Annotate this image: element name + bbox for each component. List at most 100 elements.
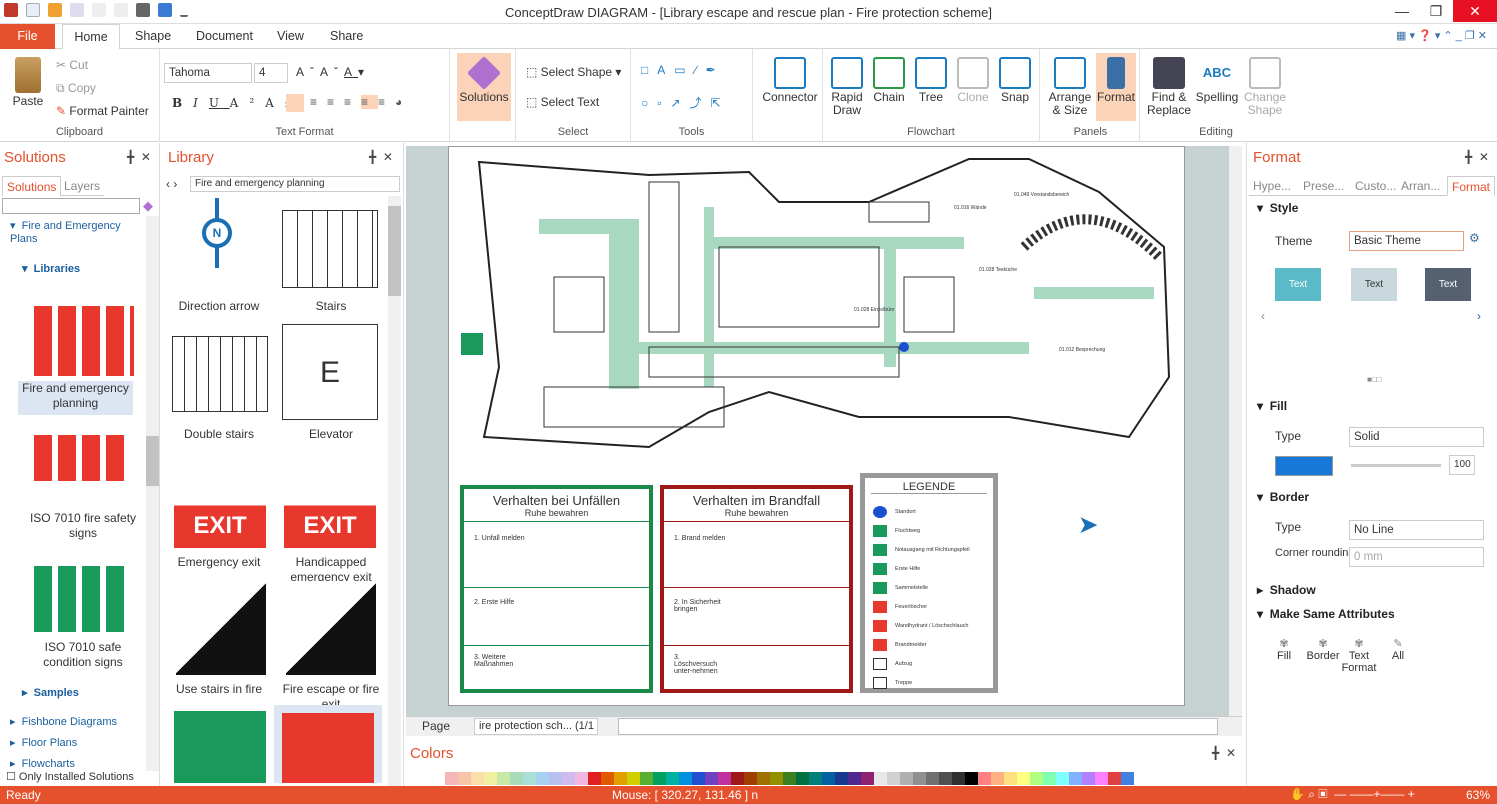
clone-button[interactable]: Clone [955, 57, 991, 104]
lib-item-use-stairs[interactable]: Use stairs in fire [164, 682, 274, 697]
color-swatch[interactable] [1030, 772, 1043, 785]
color-swatch[interactable] [991, 772, 1004, 785]
library-scrollbar[interactable] [388, 196, 401, 786]
tab-shape[interactable]: Shape [135, 24, 171, 49]
color-swatch[interactable] [1017, 772, 1030, 785]
color-swatch[interactable] [887, 772, 900, 785]
opacity-input[interactable]: 100 [1449, 455, 1475, 475]
tab-home[interactable]: Home [62, 24, 120, 50]
tree-libraries[interactable]: ▾ Libraries [22, 262, 80, 275]
chain-button[interactable]: Chain [871, 57, 907, 104]
color-swatch[interactable] [666, 772, 679, 785]
change-shape-button[interactable]: Change Shape [1242, 57, 1288, 117]
color-swatch[interactable] [952, 772, 965, 785]
color-swatch[interactable] [965, 772, 978, 785]
library-nav-arrows[interactable]: ‹ › [166, 177, 177, 191]
tab-share[interactable]: Share [330, 24, 363, 49]
color-swatch[interactable] [926, 772, 939, 785]
color-swatch[interactable] [445, 772, 458, 785]
tree-button[interactable]: Tree [913, 57, 949, 104]
color-swatch[interactable] [484, 772, 497, 785]
color-swatch[interactable] [1043, 772, 1056, 785]
color-swatch[interactable] [549, 772, 562, 785]
color-swatch[interactable] [1108, 772, 1121, 785]
zoom-level[interactable]: 63% [1466, 788, 1490, 802]
color-swatch[interactable] [588, 772, 601, 785]
iso-fire-safety-thumbnail[interactable] [34, 435, 130, 481]
align-buttons[interactable]: ≡≡≡≡≡◕ [310, 95, 412, 109]
text-style-buttons[interactable]: BIUA²A₂ [172, 96, 301, 110]
fill-color-picker[interactable] [1275, 456, 1333, 476]
tab-layers[interactable]: Layers [60, 176, 105, 196]
lib-item-double-stairs[interactable]: Double stairs [164, 427, 274, 442]
cut-button[interactable]: ✂ Cut [56, 58, 88, 72]
color-swatch[interactable] [718, 772, 731, 785]
lib-item-emergency-exit[interactable]: Emergency exit [164, 555, 274, 570]
color-swatch[interactable] [770, 772, 783, 785]
maximize-button[interactable]: ❐ [1419, 0, 1453, 22]
double-stairs-icon[interactable] [172, 336, 268, 412]
zoom-controls[interactable]: ✋ ⌕ ▣ — ——+—— + [1290, 787, 1415, 802]
fill-section[interactable]: ▾ Fill [1257, 399, 1287, 413]
color-swatch[interactable] [861, 772, 874, 785]
color-swatch[interactable] [848, 772, 861, 785]
emergency-exit-icon[interactable]: EXIT [174, 454, 266, 548]
library-selector[interactable]: Fire and emergency planning [190, 176, 400, 192]
color-swatch[interactable] [1082, 772, 1095, 785]
lib-item-elevator[interactable]: Elevator [276, 427, 386, 442]
color-swatch[interactable] [523, 772, 536, 785]
color-swatch[interactable] [536, 772, 549, 785]
color-swatch[interactable] [1121, 772, 1134, 785]
color-swatch[interactable] [471, 772, 484, 785]
color-swatch[interactable] [679, 772, 692, 785]
lib-fire-emergency-planning[interactable]: Fire and emergency planning [18, 381, 133, 415]
tab-format[interactable]: Format [1447, 176, 1496, 196]
tab-solutions[interactable]: Solutions [2, 176, 62, 196]
color-swatch[interactable] [822, 772, 835, 785]
color-swatch[interactable] [705, 772, 718, 785]
style-section[interactable]: ▾ Style [1257, 201, 1298, 215]
font-size-select[interactable]: 4 [254, 63, 288, 83]
spelling-button[interactable]: ABC Spelling [1194, 57, 1240, 104]
minimize-button[interactable]: — [1385, 0, 1419, 22]
make-same-border[interactable]: ✾ Border [1305, 637, 1341, 662]
color-swatch[interactable] [458, 772, 471, 785]
color-swatch[interactable] [1004, 772, 1017, 785]
find-replace-button[interactable]: Find & Replace [1146, 57, 1192, 117]
theme-settings-icon[interactable]: ⚙ [1469, 231, 1480, 245]
library-panel-pin-close[interactable]: ╋ ✕ [369, 150, 393, 164]
border-type-select[interactable]: No Line [1349, 520, 1484, 540]
color-swatch[interactable] [575, 772, 588, 785]
solutions-search-input[interactable] [2, 198, 140, 214]
tab-document[interactable]: Document [196, 24, 253, 49]
color-swatch[interactable] [835, 772, 848, 785]
make-same-all[interactable]: ✎ All [1383, 637, 1413, 662]
tree-fishbone[interactable]: ▸ Fishbone Diagrams [10, 715, 117, 728]
format-painter-button[interactable]: ✎ Format Painter [56, 104, 149, 118]
color-swatches[interactable] [432, 772, 1222, 785]
format-panel-button[interactable]: Format [1096, 53, 1136, 121]
align-left-icon[interactable] [286, 94, 304, 112]
color-swatch[interactable] [1069, 772, 1082, 785]
color-swatch[interactable] [757, 772, 770, 785]
lib-iso-safe-condition[interactable]: ISO 7010 safe condition signs [28, 640, 138, 670]
select-shape-button[interactable]: ⬚ Select Shape ▾ [526, 65, 621, 79]
opacity-slider[interactable] [1351, 464, 1441, 467]
canvas-vscroll[interactable] [1229, 146, 1242, 716]
color-swatch[interactable] [809, 772, 822, 785]
drawing-page[interactable]: ➤ 01.016 Wände 01.028 Teeküche 01.028 Ei… [448, 146, 1185, 706]
color-swatch[interactable] [783, 772, 796, 785]
fire-emergency-library-thumbnail[interactable] [34, 306, 134, 376]
make-same-text-format[interactable]: ✾ Text Format [1339, 637, 1379, 674]
tab-view[interactable]: View [277, 24, 304, 49]
lib-item-direction-arrow[interactable]: Direction arrow [164, 299, 274, 314]
lib-iso-fire-safety[interactable]: ISO 7010 fire safety signs [28, 511, 138, 541]
iso-safe-condition-thumbnail[interactable] [34, 566, 130, 632]
fire-escape-icon[interactable] [286, 581, 376, 675]
paste-button[interactable]: Paste [8, 57, 48, 108]
solutions-button[interactable]: Solutions [457, 53, 511, 121]
tree-floor-plans[interactable]: ▸ Floor Plans [10, 736, 77, 749]
color-swatch[interactable] [497, 772, 510, 785]
color-swatch[interactable] [640, 772, 653, 785]
solutions-scrollbar[interactable] [146, 216, 159, 771]
